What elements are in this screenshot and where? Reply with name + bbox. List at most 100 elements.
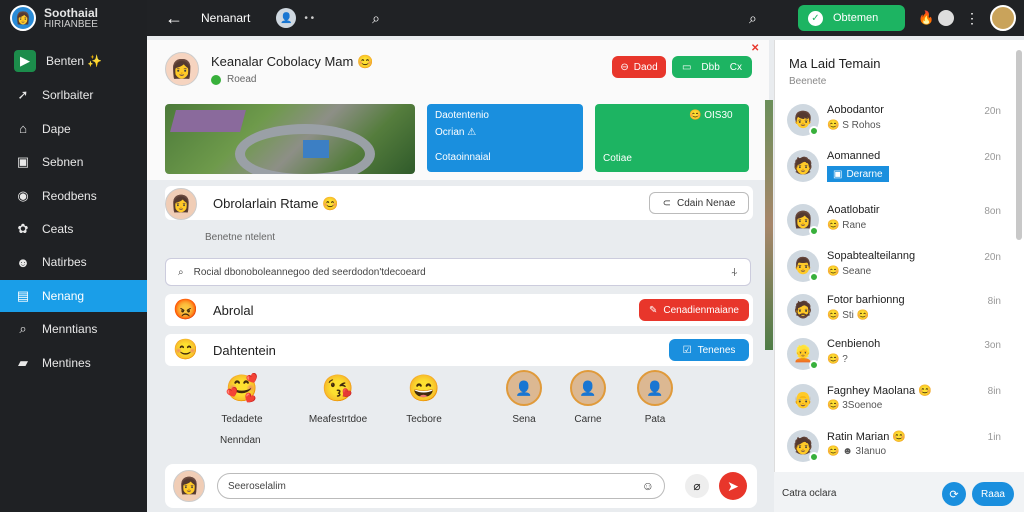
contact-time: 1in (987, 432, 1001, 443)
contact-item[interactable]: 👱 Cenbienoh 😊 ? 3on (787, 334, 1013, 376)
red-action-button[interactable]: ⊖ Daod (612, 56, 666, 78)
contact-item[interactable]: 👩 Aoatlobatir 😊 Rane 8on (787, 200, 1013, 242)
contact-item[interactable]: 👨 Sopabtealteilanng 😊 Seane 20n (787, 246, 1013, 288)
feed-row[interactable]: 😡 Abrolal ✎ Cenadienmaiane (165, 294, 753, 326)
sidebar-item-mentines[interactable]: ▰ Mentines (0, 347, 147, 379)
reaction-sub-label: Nenndan (220, 435, 261, 446)
profile-avatar[interactable] (990, 5, 1016, 31)
sidebar-item-sorlbaiter[interactable]: ➚ Sorlbaiter (0, 79, 147, 111)
author-avatar[interactable]: 👩 (165, 52, 199, 86)
sidebar-nav: ▶ Benten ✨ ➚ Sorlbaiter ⌂ Dape ▣ Sebnen ◉ Reo… (0, 44, 147, 379)
contact-name: Cenbienoh (827, 338, 881, 350)
brand-title: Soothaial (44, 5, 99, 20)
brand[interactable]: 👩 Soothaial HIRIANBEE (0, 0, 147, 36)
folder-icon: ▰ (18, 354, 28, 370)
sidebar-item-sebnen[interactable]: ▣ Sebnen (0, 146, 147, 178)
search-icon: ⌕ (178, 266, 184, 278)
share-icon[interactable]: ⟳ (942, 482, 966, 506)
contact-item[interactable]: 🧑 Aomanned ▣ Derarne 20n (787, 146, 1013, 188)
online-icon (809, 452, 819, 462)
sidebar-item-nenang[interactable]: ▤ Nenang (0, 279, 147, 312)
contact-name: Fotor barhionng (827, 294, 905, 306)
message-composer: 👩 Seeroselalim ☺ ⌀ ➤ (165, 464, 757, 508)
sidebar-item-label: Dape (42, 121, 71, 136)
search-icon[interactable]: ⌕ (749, 10, 757, 27)
contact-item[interactable]: 🧔 Fotor barhionng 😊 Sti 😊 8in (787, 290, 1013, 332)
contact-time: 8in (987, 296, 1001, 307)
contact-item[interactable]: 👴 Fagnhey Maolana 😊 😊 3Soenoe 8in (787, 380, 1013, 422)
close-icon[interactable]: ✕ (751, 43, 759, 54)
contact-time: 3on (984, 340, 1001, 351)
message-input[interactable]: Seeroselalim ☺ (217, 473, 665, 499)
reaction-item[interactable]: 👤 Pata (620, 370, 690, 425)
contact-status: 😊 S Rohos (827, 120, 881, 131)
search-icon: ⌕ (19, 321, 27, 337)
contact-avatar: 🧑 (787, 150, 819, 182)
sidebar-item-benten[interactable]: ▶ Benten ✨ (0, 44, 147, 78)
emoji-icon[interactable]: ☺ (642, 479, 654, 493)
send-button[interactable]: ➤ (719, 472, 747, 500)
chat-scrollbar[interactable] (1016, 50, 1022, 240)
sidebar-item-reodbens[interactable]: ◉ Reodbens (0, 180, 147, 212)
search-placeholder: Rocial dbonoboleannegoo ded seerdodon'td… (193, 266, 426, 278)
bottom-send-button[interactable]: Raaa (972, 482, 1014, 506)
info-tile-green[interactable]: 😊 OIS30 Cotiae (595, 104, 749, 172)
author-name[interactable]: Keanalar Cobolacy Mam 😊 (211, 54, 373, 70)
post-meta-text: Roead (227, 74, 257, 85)
checkbox-icon: ☑ (682, 344, 692, 356)
info-tile-blue[interactable]: Daotentenio Ocrian ⚠ Cotaoinnaial (427, 104, 583, 172)
contact-avatar: 🧔 (787, 294, 819, 326)
sidebar-item-label: Mentines (42, 355, 91, 370)
sidebar-item-natirbes[interactable]: ☻ Natirbes (0, 246, 147, 278)
check-icon: ✓ (808, 10, 823, 26)
more-options-icon[interactable]: ⋮ (965, 10, 979, 27)
attach-icon[interactable]: ⌀ (685, 474, 709, 498)
red-pill-button[interactable]: ✎ Cenadienmaiane (639, 299, 749, 321)
reaction-label: Sena (512, 414, 536, 425)
brand-subtitle: HIRIANBEE (44, 18, 98, 30)
feed-row[interactable]: 👩 Obrolarlain Rtame 😊 ⊂ Cdain Nenae (165, 186, 753, 220)
reaction-avatar-icon: 👤 (637, 370, 673, 406)
game-scene-image[interactable] (165, 104, 415, 174)
row-outline-button[interactable]: ⊂ Cdain Nenae (649, 192, 749, 214)
search-icon[interactable]: ⌕ (372, 10, 380, 27)
building-shape (170, 110, 246, 132)
record-icon: ⊖ (620, 61, 629, 73)
contact-time: 8on (984, 206, 1001, 217)
search-input[interactable]: ⌕ Rocial dbonoboleannegoo ded seerdodon'… (165, 258, 751, 286)
back-arrow-icon[interactable]: ← (165, 8, 183, 29)
sidebar-item-label: Natirbes (42, 255, 87, 270)
user-icon[interactable] (938, 10, 954, 26)
feed-row[interactable]: 😊 Dahtentein ☑ Tenenes (165, 334, 753, 366)
sidebar-item-menntians[interactable]: ⌕ Menntians (0, 313, 147, 345)
play-icon: ▶ (14, 50, 36, 72)
green-action-button[interactable]: ▭ Dbb Cx (672, 56, 752, 78)
reaction-item[interactable]: 🥰 Tedadete (207, 370, 277, 426)
reaction-avatar-icon: 👤 (506, 370, 542, 406)
contact-status: 😊 3Soenoe (827, 400, 883, 411)
row-button-label: Cdain Nenae (677, 197, 736, 209)
sidebar-item-label: Menntians (42, 322, 98, 337)
contact-name: Ratin Marian 😊 (827, 431, 907, 443)
top-bar: ← Nenanart 👤 • • ⌕ ⌕ ✓ Obtemen 🔥 ⋮ (147, 0, 1024, 36)
pin-icon[interactable]: ⍭ (731, 265, 738, 280)
reaction-item[interactable]: 👤 Carne (553, 370, 623, 425)
row-name: Dahtentein (213, 343, 276, 358)
contact-item[interactable]: 🧑 Ratin Marian 😊 😊 ☻ 3Ianuo 1in (787, 426, 1013, 468)
online-icon (809, 126, 819, 136)
brand-avatar: 👩 (10, 5, 36, 31)
reaction-item[interactable]: 👤 Sena (489, 370, 559, 425)
primary-action-button[interactable]: ✓ Obtemen (798, 5, 905, 31)
notification-icon[interactable]: 🔥 (918, 10, 934, 26)
sidebar-item-dape[interactable]: ⌂ Dape (0, 113, 147, 145)
tile-line: Daotentenio (435, 110, 489, 121)
blue-pill-button[interactable]: ☑ Tenenes (669, 339, 749, 361)
contact-status: 😊 ☻ 3Ianuo (827, 446, 887, 457)
online-icon (809, 226, 819, 236)
reaction-item[interactable]: 😘 Meafestrtdoe (303, 370, 373, 426)
sidebar-item-ceats[interactable]: ✿ Ceats (0, 213, 147, 245)
contact-item[interactable]: 👦 Aobodantor 😊 S Rohos 20n (787, 100, 1013, 142)
conversation-avatar[interactable]: 👤 (276, 8, 297, 28)
arrow-icon: ➚ (17, 87, 29, 103)
reaction-item[interactable]: 😄 Tecbore (389, 370, 459, 426)
